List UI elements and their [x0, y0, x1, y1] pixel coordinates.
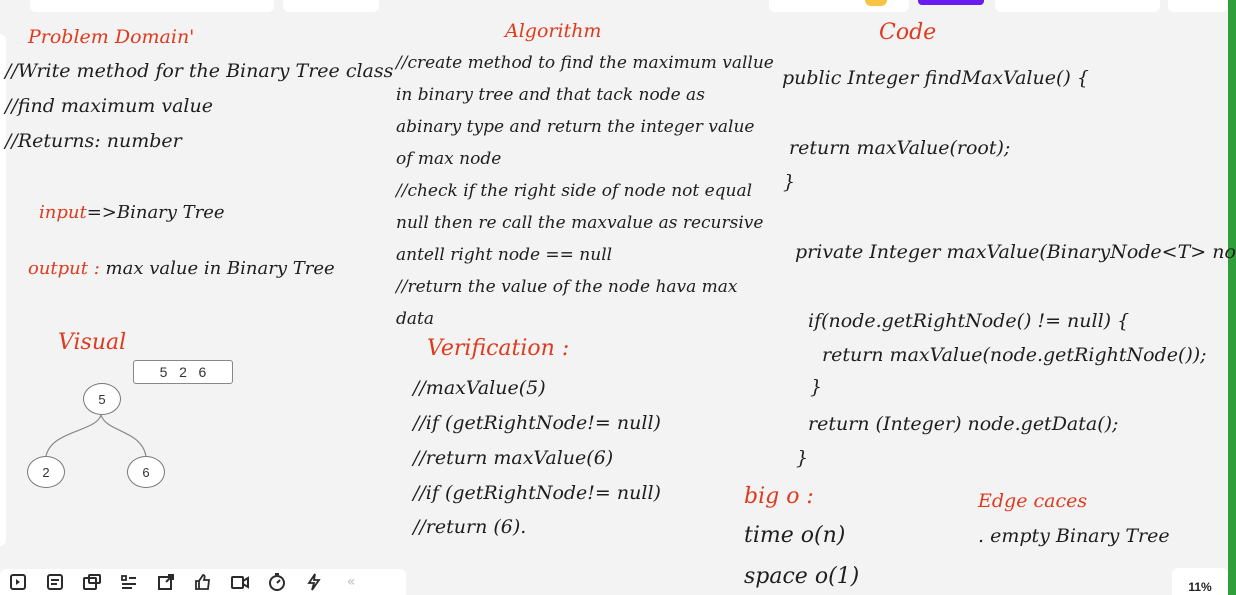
big-o-heading: big o : [744, 484, 814, 509]
bottom-toolbar: « [0, 569, 406, 595]
tree-node-left[interactable]: 2 [27, 456, 65, 488]
algorithm-line: //check if the right side of node not eq… [396, 181, 753, 201]
code-line: } [810, 376, 823, 398]
big-o-time: time o(n) [744, 523, 846, 548]
code-line: public Integer findMaxValue() { [782, 67, 1089, 89]
code-line: return maxValue(node.getRightNode()); [822, 344, 1207, 366]
note-icon[interactable] [43, 572, 67, 592]
video-icon[interactable] [228, 572, 252, 592]
verification-line: //if (getRightNode!= null) [413, 482, 661, 504]
algorithm-heading: Algorithm [505, 20, 602, 42]
code-line: private Integer maxValue(BinaryNode<T> n… [795, 241, 1236, 263]
reaction-icon[interactable] [865, 0, 887, 6]
tree-edges [45, 414, 147, 457]
resize-icon[interactable] [154, 572, 178, 592]
verification-line: //maxValue(5) [413, 377, 546, 399]
top-panel-far-right [1168, 0, 1228, 12]
algorithm-line: in binary tree and that tack node as [396, 85, 705, 105]
verification-line: //return maxValue(6) [413, 447, 614, 469]
algorithm-line: null then re call the maxvalue as recurs… [396, 213, 764, 233]
algorithm-line: antell right node == null [396, 245, 613, 265]
edge-cases-heading: Edge caces [978, 490, 1088, 512]
verification-line: //return (6). [413, 516, 527, 538]
code-line: if(node.getRightNode() != null) { [808, 310, 1130, 332]
tree-node-root[interactable]: 5 [83, 383, 121, 415]
top-panel-mid [283, 0, 379, 12]
verification-heading: Verification : [427, 336, 570, 361]
collapse-icon[interactable]: « [339, 572, 363, 592]
scrollbar[interactable] [1228, 0, 1236, 595]
algorithm-line: //return the value of the node hava max [396, 277, 738, 297]
like-icon[interactable] [191, 572, 215, 592]
big-o-space: space o(1) [744, 564, 860, 589]
edge-case-item: . empty Binary Tree [978, 525, 1170, 547]
algorithm-line: abinary type and return the integer valu… [396, 117, 755, 137]
frame-icon[interactable] [80, 572, 104, 592]
code-line: } [783, 171, 796, 193]
code-line: } [796, 447, 809, 469]
top-panel-collab [769, 0, 909, 12]
algorithm-line: data [396, 309, 434, 329]
algorithm-line: //create method to find the maximum vall… [396, 53, 774, 73]
code-heading: Code [879, 20, 937, 45]
share-button[interactable] [918, 0, 984, 5]
verification-line: //if (getRightNode!= null) [413, 412, 661, 434]
zoom-level[interactable]: 11% [1172, 568, 1228, 595]
list-icon[interactable] [117, 572, 141, 592]
timer-icon[interactable] [265, 572, 289, 592]
tree-node-right[interactable]: 6 [127, 456, 165, 488]
code-line: return maxValue(root); [789, 137, 1011, 159]
lightning-icon[interactable] [302, 572, 326, 592]
top-panel-right [995, 0, 1160, 12]
code-line: return (Integer) node.getData(); [808, 413, 1119, 435]
algorithm-line: of max node [396, 149, 502, 169]
embed-icon[interactable] [6, 572, 30, 592]
